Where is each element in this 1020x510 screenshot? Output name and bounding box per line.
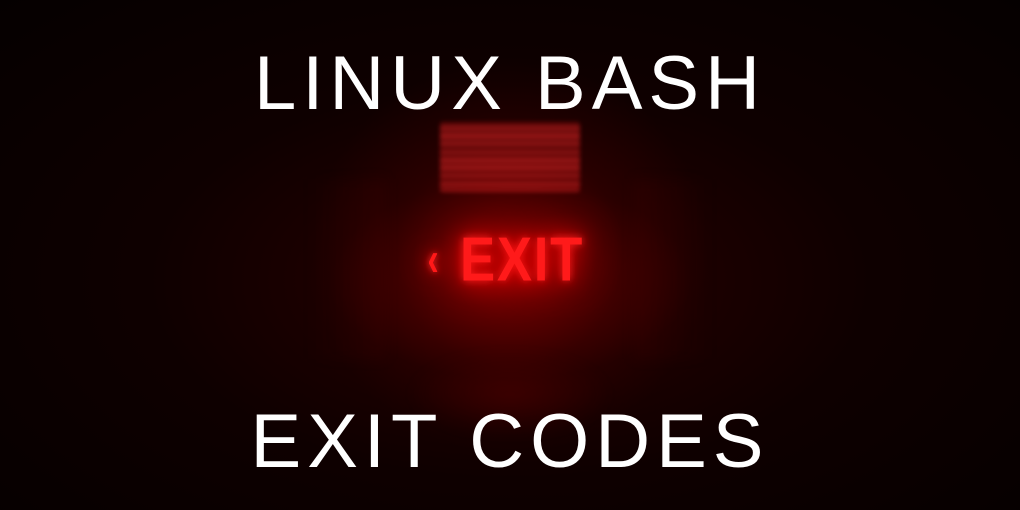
hallway-wall-left: [306, 179, 386, 359]
exit-sign-text: EXIT: [460, 225, 584, 296]
hallway-wall-right: [634, 179, 714, 359]
ceiling-light-fixture: [440, 122, 580, 192]
exit-sign: ‹ EXIT: [425, 225, 595, 296]
title-line-2: EXIT CODES: [251, 398, 770, 485]
title-line-1: LINUX BASH: [254, 40, 766, 127]
exit-arrow-icon: ‹: [427, 233, 438, 288]
